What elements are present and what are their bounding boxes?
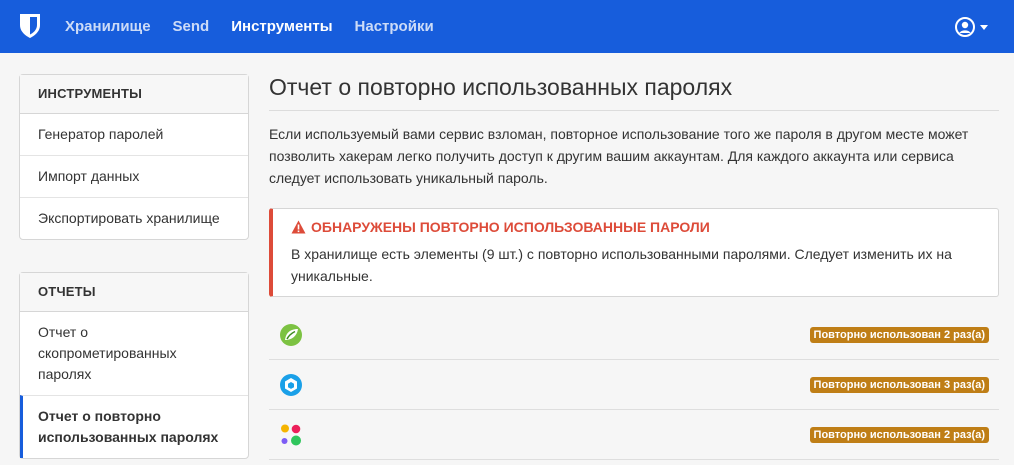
nav-settings[interactable]: Настройки bbox=[344, 18, 445, 35]
nav-send[interactable]: Send bbox=[162, 18, 221, 35]
callout-text: В хранилище есть элементы (9 шт.) с повт… bbox=[291, 246, 952, 284]
sidebar-tools-header: ИНСТРУМЕНТЫ bbox=[20, 75, 248, 114]
sidebar-reports: ОТЧЕТЫ Отчет о скопрометированных пароля… bbox=[19, 272, 249, 459]
sidebar-item-import[interactable]: Импорт данных bbox=[20, 155, 248, 197]
account-menu[interactable] bbox=[955, 17, 988, 37]
sidebar-item-exposed-passwords[interactable]: Отчет о скопрометированных паролях bbox=[20, 312, 248, 395]
chevron-down-icon bbox=[980, 24, 988, 30]
reuse-count-badge: Повторно использован 3 раз(а) bbox=[809, 376, 989, 393]
reuse-count-badge: Повторно использован 2 раз(а) bbox=[809, 326, 989, 343]
list-item[interactable]: Повторно использован 2 раз(а) bbox=[269, 410, 999, 460]
sidebar-tools: ИНСТРУМЕНТЫ Генератор паролей Импорт дан… bbox=[19, 74, 249, 240]
green-leaf-icon bbox=[280, 323, 302, 346]
blue-cube-icon bbox=[280, 373, 302, 396]
top-navbar: Хранилище Send Инструменты Настройки bbox=[0, 0, 1014, 53]
reuse-count-badge: Повторно использован 2 раз(а) bbox=[809, 426, 989, 443]
main-content: Отчет о повторно использованных паролях … bbox=[269, 74, 999, 460]
list-item[interactable]: Повторно использован 3 раз(а) bbox=[269, 360, 999, 410]
sidebar-item-reused-passwords[interactable]: Отчет о повторно использованных паролях bbox=[20, 395, 248, 458]
sidebar-reports-header: ОТЧЕТЫ bbox=[20, 273, 248, 312]
warning-triangle-icon bbox=[291, 220, 306, 234]
list-item[interactable]: Повторно использован 2 раз(а) bbox=[269, 310, 999, 360]
bitwarden-shield-icon[interactable] bbox=[19, 13, 41, 39]
warning-callout: ОБНАРУЖЕНЫ ПОВТОРНО ИСПОЛЬЗОВАННЫЕ ПАРОЛ… bbox=[269, 208, 999, 297]
reused-items-list: Повторно использован 2 раз(а) Повторно и… bbox=[269, 310, 999, 460]
user-circle-icon bbox=[955, 17, 975, 37]
nav-vault[interactable]: Хранилище bbox=[54, 18, 162, 35]
nav-links: Хранилище Send Инструменты Настройки bbox=[54, 0, 445, 53]
sidebar-item-password-generator[interactable]: Генератор паролей bbox=[20, 114, 248, 155]
callout-title-text: ОБНАРУЖЕНЫ ПОВТОРНО ИСПОЛЬЗОВАННЫЕ ПАРОЛ… bbox=[311, 219, 710, 235]
sidebar-item-export[interactable]: Экспортировать хранилище bbox=[20, 197, 248, 239]
nav-tools[interactable]: Инструменты bbox=[220, 18, 343, 35]
colored-dots-icon bbox=[281, 424, 301, 445]
callout-title: ОБНАРУЖЕНЫ ПОВТОРНО ИСПОЛЬЗОВАННЫЕ ПАРОЛ… bbox=[291, 219, 980, 235]
page-description: Если используемый вами сервис взломан, п… bbox=[269, 126, 969, 186]
page-title: Отчет о повторно использованных паролях bbox=[269, 74, 999, 111]
